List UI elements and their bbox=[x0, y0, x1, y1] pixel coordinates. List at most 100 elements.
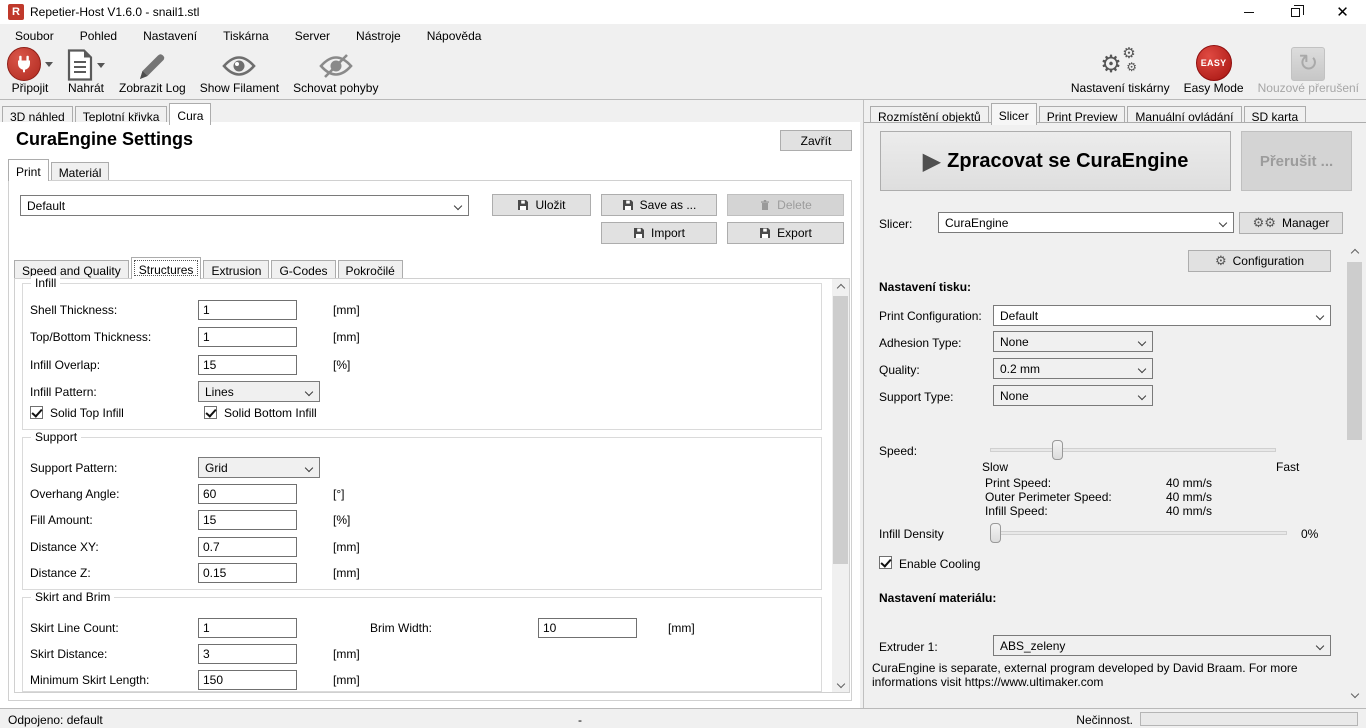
scroll-down-button[interactable] bbox=[1346, 685, 1363, 702]
tab-extrusion[interactable]: Extrusion bbox=[203, 260, 269, 279]
slicer-select[interactable]: CuraEngine bbox=[938, 212, 1234, 233]
curaengine-info-text: CuraEngine is separate, external program… bbox=[872, 661, 1342, 689]
scroll-down-button[interactable] bbox=[832, 675, 849, 692]
hide-moves-button[interactable]: Schovat pohyby bbox=[286, 47, 385, 99]
solid-bottom-infill-checkbox[interactable] bbox=[204, 406, 217, 419]
distance-xy-label: Distance XY: bbox=[30, 540, 99, 554]
solid-top-infill-checkbox[interactable] bbox=[30, 406, 43, 419]
overhang-angle-input[interactable] bbox=[198, 484, 297, 504]
eye-icon bbox=[222, 54, 256, 78]
easy-mode-button[interactable]: EASY Easy Mode bbox=[1177, 47, 1251, 99]
distance-xy-input[interactable] bbox=[198, 537, 297, 557]
tab-slicer[interactable]: Slicer bbox=[991, 103, 1037, 125]
configuration-button[interactable]: ⚙ Configuration bbox=[1188, 250, 1331, 272]
infill-speed-label: Infill Speed: bbox=[985, 504, 1048, 518]
menu-pohled[interactable]: Pohled bbox=[67, 26, 130, 46]
skirt-line-count-input[interactable] bbox=[198, 618, 297, 638]
manager-button[interactable]: ⚙⚙ Manager bbox=[1239, 212, 1343, 234]
settings-scrollbar[interactable] bbox=[832, 279, 849, 692]
brim-width-unit: [mm] bbox=[668, 621, 695, 635]
minimize-button[interactable] bbox=[1225, 0, 1272, 24]
title-bar: R Repetier-Host V1.6.0 - snail1.stl ✕ bbox=[0, 0, 1366, 24]
speed-label: Speed: bbox=[879, 444, 917, 458]
fill-amount-input[interactable] bbox=[198, 510, 297, 530]
scroll-up-button[interactable] bbox=[832, 279, 849, 296]
tab-g-codes[interactable]: G-Codes bbox=[271, 260, 335, 279]
repetier-host-window: R Repetier-Host V1.6.0 - snail1.stl ✕ So… bbox=[0, 0, 1366, 728]
floppy-icon bbox=[759, 227, 771, 239]
shell-thickness-input[interactable] bbox=[198, 300, 297, 320]
toolbar-right-group: ⚙⚙⚙ Nastavení tiskárny EASY Easy Mode ↻ … bbox=[1064, 47, 1366, 99]
chevron-down-icon bbox=[1138, 392, 1146, 400]
print-speed-label: Print Speed: bbox=[985, 476, 1051, 490]
close-icon[interactable]: ✕ bbox=[1319, 0, 1366, 24]
print-material-tabstrip: Print Materiál bbox=[8, 159, 111, 181]
chevron-down-icon bbox=[1316, 312, 1324, 320]
menu-soubor[interactable]: Soubor bbox=[2, 26, 67, 46]
top-bottom-thickness-input[interactable] bbox=[198, 327, 297, 347]
close-button[interactable]: Zavřít bbox=[780, 130, 852, 151]
extruder-1-select[interactable]: ABS_zeleny bbox=[993, 635, 1331, 656]
scrollbar-thumb[interactable] bbox=[1347, 262, 1362, 440]
distance-z-unit: [mm] bbox=[333, 566, 360, 580]
quality-select[interactable]: 0.2 mm bbox=[993, 358, 1153, 379]
speed-slider-track[interactable] bbox=[990, 448, 1276, 452]
skirt-distance-input[interactable] bbox=[198, 644, 297, 664]
load-button[interactable]: Nahrát bbox=[60, 47, 112, 99]
tab-material[interactable]: Materiál bbox=[51, 162, 110, 181]
infill-speed-value: 40 mm/s bbox=[1166, 504, 1212, 518]
tab-print[interactable]: Print bbox=[8, 159, 49, 181]
import-button[interactable]: Import bbox=[601, 222, 717, 244]
menu-napoveda[interactable]: Nápověda bbox=[414, 26, 495, 46]
adhesion-type-select[interactable]: None bbox=[993, 331, 1153, 352]
infill-density-slider-thumb[interactable] bbox=[990, 523, 1001, 543]
infill-density-slider-track[interactable] bbox=[990, 531, 1287, 535]
shell-thickness-label: Shell Thickness: bbox=[30, 303, 117, 317]
profile-select[interactable]: Default bbox=[20, 195, 469, 216]
speed-slow-label: Slow bbox=[982, 460, 1008, 474]
save-as-button[interactable]: Save as ... bbox=[601, 194, 717, 216]
brim-width-input[interactable] bbox=[538, 618, 637, 638]
support-pattern-select[interactable]: Grid bbox=[198, 457, 320, 478]
print-configuration-select[interactable]: Default bbox=[993, 305, 1331, 326]
menu-nastroje[interactable]: Nástroje bbox=[343, 26, 414, 46]
printer-settings-button[interactable]: ⚙⚙⚙ Nastavení tiskárny bbox=[1064, 47, 1177, 99]
save-button[interactable]: Uložit bbox=[492, 194, 591, 216]
scroll-up-button[interactable] bbox=[1346, 244, 1363, 261]
extruder-1-label: Extruder 1: bbox=[879, 640, 938, 654]
tab-cura[interactable]: Cura bbox=[169, 103, 211, 125]
load-dropdown-icon[interactable] bbox=[97, 63, 105, 68]
status-center: - bbox=[578, 713, 582, 727]
speed-fast-label: Fast bbox=[1276, 460, 1299, 474]
restore-button[interactable] bbox=[1272, 0, 1319, 24]
connect-button[interactable]: Připojit bbox=[0, 47, 60, 99]
chevron-down-icon bbox=[1138, 338, 1146, 346]
scrollbar-thumb[interactable] bbox=[833, 296, 848, 564]
connect-dropdown-icon[interactable] bbox=[45, 62, 53, 67]
menu-server[interactable]: Server bbox=[282, 26, 343, 46]
outer-perimeter-speed-label: Outer Perimeter Speed: bbox=[985, 490, 1112, 504]
menu-bar: Soubor Pohled Nastavení Tiskárna Server … bbox=[0, 24, 1366, 47]
interrupt-button: Přerušit ... bbox=[1241, 131, 1352, 191]
tab-pokrocile[interactable]: Pokročilé bbox=[338, 260, 403, 279]
slicer-panel-scrollbar[interactable] bbox=[1346, 244, 1363, 702]
idle-status: Nečinnost. bbox=[1076, 713, 1133, 727]
show-log-button[interactable]: Zobrazit Log bbox=[112, 47, 193, 99]
infill-pattern-select[interactable]: Lines bbox=[198, 381, 320, 402]
export-button[interactable]: Export bbox=[727, 222, 844, 244]
infill-overlap-input[interactable] bbox=[198, 355, 297, 375]
enable-cooling-checkbox[interactable] bbox=[879, 556, 892, 569]
speed-slider-thumb[interactable] bbox=[1052, 440, 1063, 460]
top-bottom-thickness-unit: [mm] bbox=[333, 330, 360, 344]
gear-icon: ⚙⚙⚙ bbox=[1098, 45, 1142, 81]
slice-button[interactable]: ▶ Zpracovat se CuraEngine bbox=[880, 131, 1231, 191]
minimum-skirt-length-input[interactable] bbox=[198, 670, 297, 690]
tab-structures[interactable]: Structures bbox=[131, 257, 202, 279]
skirt-line-count-label: Skirt Line Count: bbox=[30, 621, 119, 635]
distance-z-input[interactable] bbox=[198, 563, 297, 583]
show-filament-button[interactable]: Show Filament bbox=[193, 47, 286, 99]
menu-tiskarna[interactable]: Tiskárna bbox=[210, 26, 282, 46]
menu-nastaveni[interactable]: Nastavení bbox=[130, 26, 210, 46]
support-type-select[interactable]: None bbox=[993, 385, 1153, 406]
easy-badge-icon: EASY bbox=[1196, 45, 1232, 81]
